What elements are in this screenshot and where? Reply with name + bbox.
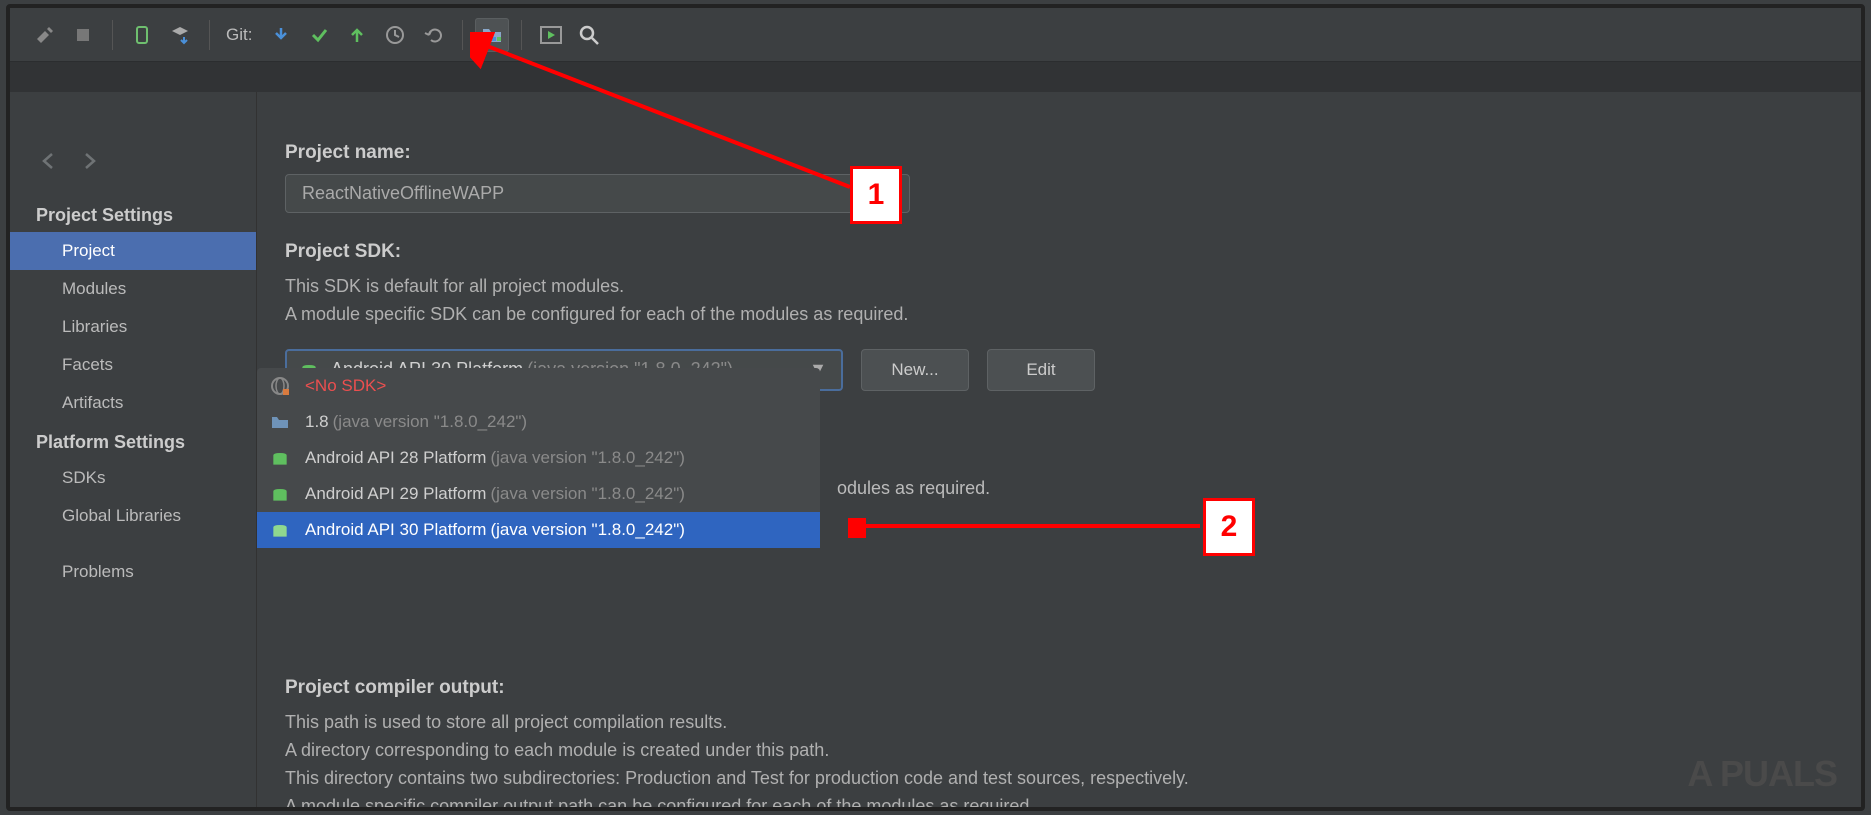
dropdown-option-api29[interactable]: Android API 29 Platform (java version "1… (257, 476, 820, 512)
sidebar: Project Settings Project Modules Librari… (10, 92, 257, 807)
hammer-icon[interactable] (28, 18, 62, 52)
dropdown-option-api30[interactable]: Android API 30 Platform (java version "1… (257, 512, 820, 548)
compiler-hint-4: A module specific compiler output path c… (285, 793, 1821, 811)
sidebar-item-project[interactable]: Project (10, 232, 256, 270)
git-push-icon[interactable] (340, 18, 374, 52)
cube-download-icon[interactable] (163, 18, 197, 52)
edit-button[interactable]: Edit (987, 349, 1095, 391)
folder-icon (269, 411, 291, 433)
compiler-hint-2: A directory corresponding to each module… (285, 737, 1821, 765)
revert-icon[interactable] (416, 18, 450, 52)
sidebar-heading-platform-settings: Platform Settings (10, 422, 256, 459)
sdk-hint-1: This SDK is default for all project modu… (285, 273, 1821, 301)
android-icon (269, 483, 291, 505)
sdk-dropdown-popup: <No SDK> 1.8 (java version "1.8.0_242") … (257, 368, 820, 548)
sidebar-item-artifacts[interactable]: Artifacts (10, 384, 256, 422)
callout-2: 2 (1203, 498, 1255, 556)
project-sdk-label: Project SDK: (285, 241, 1821, 263)
compiler-hint-3: This directory contains two subdirectori… (285, 765, 1821, 793)
git-commit-icon[interactable] (302, 18, 336, 52)
project-structure-icon[interactable] (475, 18, 509, 52)
dropdown-option-no-sdk[interactable]: <No SDK> (257, 368, 820, 404)
sidebar-item-global-libraries[interactable]: Global Libraries (10, 497, 256, 535)
callout-1: 1 (850, 166, 902, 224)
hidden-line-3b: odules as required. (837, 474, 990, 503)
history-icon[interactable] (378, 18, 412, 52)
main-toolbar: Git: (10, 8, 1861, 62)
back-icon[interactable] (38, 150, 60, 177)
sidebar-heading-project-settings: Project Settings (10, 195, 256, 232)
dropdown-option-api28[interactable]: Android API 28 Platform (java version "1… (257, 440, 820, 476)
stop-icon[interactable] (66, 18, 100, 52)
panel-header (10, 62, 1861, 92)
content-panel: Project name: ReactNativeOfflineWAPP Pro… (257, 92, 1861, 807)
android-icon (269, 519, 291, 541)
compiler-hint-1: This path is used to store all project c… (285, 709, 1821, 737)
compiler-output-label: Project compiler output: (285, 677, 1821, 699)
device-icon[interactable] (125, 18, 159, 52)
git-label: Git: (226, 25, 252, 45)
project-name-label: Project name: (285, 142, 1821, 164)
search-icon[interactable] (572, 18, 606, 52)
sidebar-item-facets[interactable]: Facets (10, 346, 256, 384)
sdk-hint-2: A module specific SDK can be configured … (285, 301, 1821, 329)
forward-icon[interactable] (78, 150, 100, 177)
new-button[interactable]: New... (861, 349, 969, 391)
dropdown-option-jdk[interactable]: 1.8 (java version "1.8.0_242") (257, 404, 820, 440)
sidebar-item-sdks[interactable]: SDKs (10, 459, 256, 497)
globe-icon (269, 375, 291, 397)
sidebar-item-modules[interactable]: Modules (10, 270, 256, 308)
run-config-icon[interactable] (534, 18, 568, 52)
android-icon (269, 447, 291, 469)
sidebar-item-libraries[interactable]: Libraries (10, 308, 256, 346)
git-update-icon[interactable] (264, 18, 298, 52)
project-name-input[interactable]: ReactNativeOfflineWAPP (285, 174, 910, 213)
watermark: A PUALS (1687, 753, 1837, 795)
sidebar-item-problems[interactable]: Problems (10, 553, 256, 591)
